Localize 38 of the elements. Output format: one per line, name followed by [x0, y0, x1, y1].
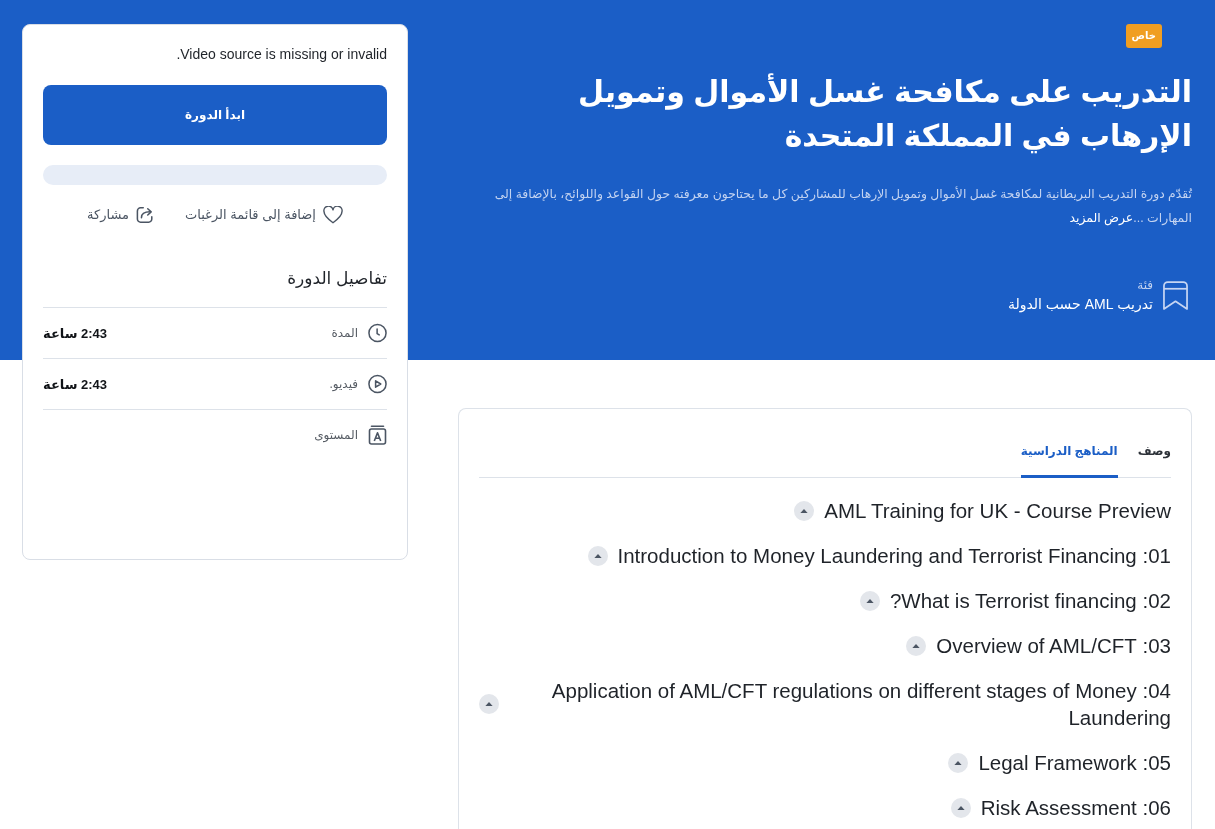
play-icon — [368, 374, 387, 394]
caret-up-icon — [794, 500, 815, 521]
section-toggle[interactable]: 04: Application of AML/CFT regulations on different stages of Money Laundering — [479, 677, 1171, 731]
detail-label: المستوى — [314, 428, 358, 442]
caret-up-icon — [587, 545, 608, 566]
caret-up-icon — [859, 590, 880, 611]
bookmark-icon — [1163, 280, 1188, 310]
detail-value: 2:43 ساعة — [43, 325, 108, 341]
clock-icon — [368, 323, 387, 343]
section-toggle[interactable]: 05: Legal Framework — [948, 749, 1171, 776]
status-badge: خاص — [1125, 24, 1162, 48]
section-toggle[interactable]: AML Training for UK - Course Preview — [794, 497, 1171, 524]
caret-up-icon — [948, 752, 969, 773]
caret-up-icon — [950, 797, 971, 818]
share-button[interactable]: مشاركة — [87, 205, 155, 225]
course-description: تُقدّم دورة التدريب البريطانية لمكافحة غسل الأموال وتمويل الإرهاب للمشاركين كل ما يحتاجون معرفته حول القواعد واللوائح، بالإضافة إلى المهارات ...عرض المزيد — [493, 185, 1192, 228]
section-toggle[interactable]: 01: Introduction to Money Laundering and Terrorist Financing — [587, 542, 1171, 569]
show-more-link[interactable]: عرض المزيد — [1069, 211, 1134, 225]
section-toggle[interactable]: 03: Overview of AML/CFT — [906, 632, 1171, 659]
detail-label: فيديو. — [329, 377, 358, 391]
course-title: التدريب على مكافحة غسل الأموال وتمويل الإرهاب في المملكة المتحدة — [577, 72, 1192, 156]
caret-up-icon — [906, 635, 927, 656]
section-toggle[interactable]: 02: What is Terrorist financing? — [859, 587, 1171, 614]
book-icon — [368, 425, 387, 445]
section-toggle[interactable]: 06: Risk Assessment — [950, 794, 1171, 821]
tab[interactable]: المناهج الدراسية — [1020, 442, 1118, 478]
heart-icon — [323, 206, 343, 224]
category-label: فئة — [1137, 277, 1153, 294]
start-course-button[interactable]: ابدأ الدورة — [43, 85, 387, 145]
details-heading: تفاصيل الدورة — [43, 267, 387, 308]
caret-up-icon — [479, 694, 499, 714]
detail-value: 2:43 ساعة — [43, 376, 108, 392]
tab[interactable]: وصف — [1137, 442, 1171, 478]
detail-label: المدة — [331, 326, 358, 340]
wishlist-button[interactable]: إضافة إلى قائمة الرغبات — [185, 205, 343, 225]
video-error-message: Video source is missing or invalid. — [175, 45, 387, 64]
category-value[interactable]: تدريب AML حسب الدولة — [1007, 294, 1153, 314]
share-icon — [136, 206, 155, 224]
